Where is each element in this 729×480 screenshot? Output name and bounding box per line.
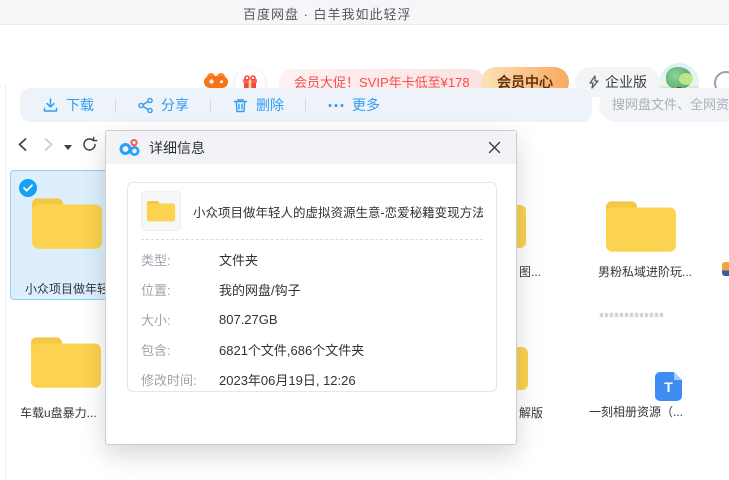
file-tile-label: 男粉私域进阶玩... <box>598 263 692 280</box>
detail-row-size: 大小: 807.27GB <box>141 304 483 334</box>
toolbar-divider <box>210 98 211 113</box>
app-header: 会员大促！SVIP年卡低至¥178 会员中心 企业版 SVIP1 <box>0 25 729 85</box>
download-button[interactable]: 下载 <box>38 95 98 115</box>
detail-row-modified: 修改时间: 2023年06月19日, 12:26 <box>141 364 483 394</box>
download-label: 下载 <box>66 95 94 115</box>
enterprise-icon <box>588 75 600 89</box>
more-button[interactable]: 更多 <box>323 95 384 115</box>
detail-label: 包含: <box>141 340 219 359</box>
detail-value: 807.27GB <box>219 312 278 327</box>
folder-icon[interactable] <box>604 198 678 254</box>
avatar-art <box>679 73 693 85</box>
blurred-text <box>600 313 664 317</box>
more-icon <box>327 97 345 114</box>
detail-value: 文件夹 <box>219 250 258 269</box>
dialog-title: 详细信息 <box>149 138 205 158</box>
detail-value: 我的网盘/钩子 <box>219 280 301 299</box>
folder-icon <box>30 195 104 251</box>
download-icon <box>42 97 59 114</box>
text-file-icon[interactable]: T <box>655 372 682 401</box>
baidu-netdisk-window: 百度网盘 · 白羊我如此轻浮 会员大促！SVIP年卡低至¥178 会员中心 <box>0 0 729 480</box>
file-toolbar: 下载 分享 删除 更多 <box>20 88 592 122</box>
share-button[interactable]: 分享 <box>133 95 193 115</box>
detail-row-location: 位置: 我的网盘/钩子 <box>141 274 483 304</box>
detail-rows: 类型: 文件夹 位置: 我的网盘/钩子 大小: 807.27GB 包含: 682… <box>128 240 496 394</box>
detail-label: 大小: <box>141 310 219 329</box>
detail-label: 位置: <box>141 280 219 299</box>
close-icon[interactable] <box>485 139 503 157</box>
detail-row-type: 类型: 文件夹 <box>141 244 483 274</box>
text-file-letter: T <box>664 379 673 395</box>
file-tile-label: 车载u盘暴力... <box>20 404 97 421</box>
forward-button[interactable] <box>42 137 55 152</box>
window-title: 百度网盘 · 白羊我如此轻浮 <box>243 4 412 23</box>
delete-label: 删除 <box>256 95 284 115</box>
file-tile-label-fragment: 解版 <box>519 404 543 421</box>
share-label: 分享 <box>161 95 189 115</box>
dialog-header: 详细信息 <box>106 131 516 164</box>
history-caret-icon[interactable] <box>64 145 72 150</box>
file-icon-box <box>141 191 181 231</box>
baidu-netdisk-logo-icon <box>119 138 141 157</box>
detail-label: 修改时间: <box>141 370 219 389</box>
back-button[interactable] <box>16 137 29 152</box>
toolbar-divider <box>305 98 306 113</box>
detail-value: 6821个文件,686个文件夹 <box>219 340 364 359</box>
detail-row-contains: 包含: 6821个文件,686个文件夹 <box>141 334 483 364</box>
window-titlebar: 百度网盘 · 白羊我如此轻浮 <box>0 0 729 25</box>
file-tile-label-fragment: 图... <box>519 263 541 280</box>
detail-value: 2023年06月19日, 12:26 <box>219 370 356 389</box>
folder-icon <box>146 199 176 223</box>
file-summary-row: 小众项目做年轻人的虚拟资源生意-恋爱秘籍变现方法 <box>128 183 496 239</box>
details-card: 小众项目做年轻人的虚拟资源生意-恋爱秘籍变现方法 类型: 文件夹 位置: 我的网… <box>127 182 497 392</box>
search-input[interactable] <box>612 88 729 120</box>
more-label: 更多 <box>352 95 380 115</box>
folder-icon[interactable] <box>29 334 103 390</box>
toolbar-divider <box>115 98 116 113</box>
delete-button[interactable]: 删除 <box>228 95 288 115</box>
detail-label: 类型: <box>141 250 219 269</box>
refresh-button[interactable] <box>81 136 98 153</box>
clipped-item-fragment <box>722 262 729 276</box>
share-icon <box>137 97 154 114</box>
panel-divider <box>5 85 6 480</box>
file-tile-label: 一刻相册资源（... <box>589 403 683 420</box>
file-name: 小众项目做年轻人的虚拟资源生意-恋爱秘籍变现方法 <box>193 202 483 221</box>
search-box <box>599 88 729 122</box>
details-dialog: 详细信息 小众项目做年轻人的虚拟资源生意-恋爱秘籍变现方法 类型: 文件 <box>105 130 517 445</box>
trash-icon <box>232 97 249 114</box>
